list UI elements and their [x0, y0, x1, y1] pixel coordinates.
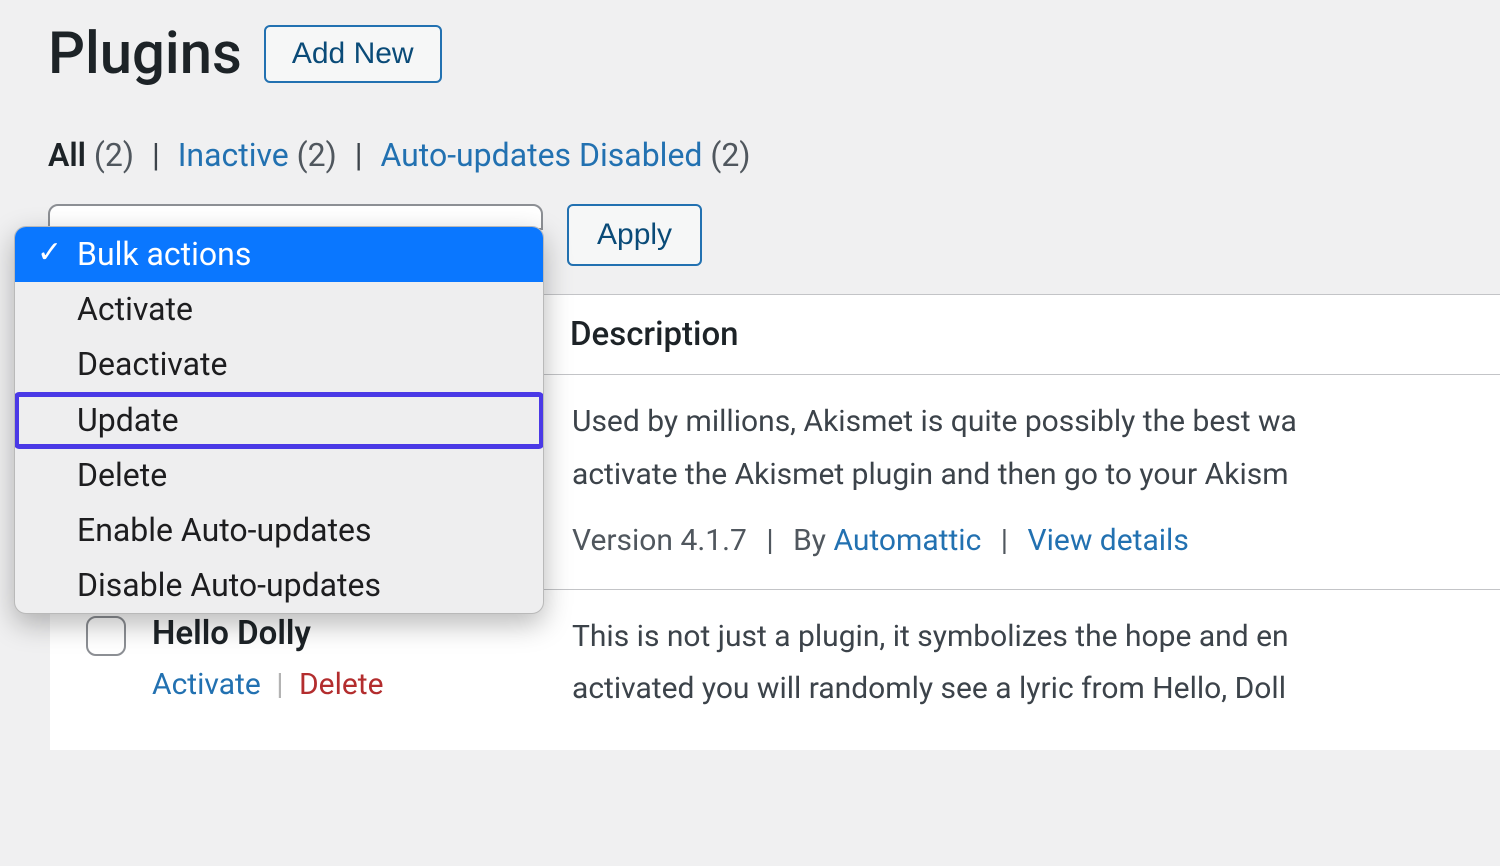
page-title: Plugins	[48, 20, 242, 88]
filter-inactive-count: (2)	[297, 136, 337, 174]
bulk-option-bulk-actions[interactable]: Bulk actions	[15, 227, 543, 282]
plugin-meta: Version 4.1.7 | By Automattic | View det…	[572, 518, 1500, 565]
add-new-button[interactable]: Add New	[264, 25, 442, 83]
apply-button[interactable]: Apply	[567, 204, 702, 266]
plugin-description: activated you will randomly see a lyric …	[572, 666, 1500, 713]
bulk-option-deactivate[interactable]: Deactivate	[15, 337, 543, 392]
plugin-author-link[interactable]: Automattic	[833, 523, 981, 558]
version-label: Version	[572, 523, 673, 558]
activate-link[interactable]: Activate	[152, 667, 261, 702]
bulk-option-enable-auto-updates[interactable]: Enable Auto-updates	[15, 503, 543, 558]
filter-inactive[interactable]: Inactive	[178, 136, 289, 174]
bulk-option-activate[interactable]: Activate	[15, 282, 543, 337]
filter-links: All (2) | Inactive (2) | Auto-updates Di…	[48, 136, 1500, 174]
row-checkbox[interactable]	[86, 616, 126, 656]
delete-link[interactable]: Delete	[299, 667, 384, 702]
by-label: By	[793, 523, 826, 558]
filter-all[interactable]: All	[48, 136, 86, 174]
plugin-description: activate the Akismet plugin and then go …	[572, 452, 1500, 499]
filter-separator: |	[355, 136, 363, 174]
version-value: 4.1.7	[680, 523, 746, 558]
filter-auto-updates-disabled-count: (2)	[710, 136, 750, 174]
filter-auto-updates-disabled[interactable]: Auto-updates Disabled	[380, 136, 702, 174]
plugin-name: Hello Dolly	[152, 614, 572, 653]
plugin-description: Used by millions, Akismet is quite possi…	[572, 399, 1500, 446]
bulk-actions-dropdown: Bulk actions Activate Deactivate Update …	[14, 226, 544, 614]
filter-all-count: (2)	[94, 136, 134, 174]
bulk-option-update[interactable]: Update	[15, 393, 543, 448]
plugin-description: This is not just a plugin, it symbolizes…	[572, 614, 1500, 661]
view-details-link[interactable]: View details	[1028, 523, 1189, 558]
bulk-option-disable-auto-updates[interactable]: Disable Auto-updates	[15, 558, 543, 613]
bulk-option-delete[interactable]: Delete	[15, 448, 543, 503]
bulk-actions-select[interactable]: Bulk actions Activate Deactivate Update …	[48, 204, 543, 230]
filter-separator: |	[152, 136, 160, 174]
